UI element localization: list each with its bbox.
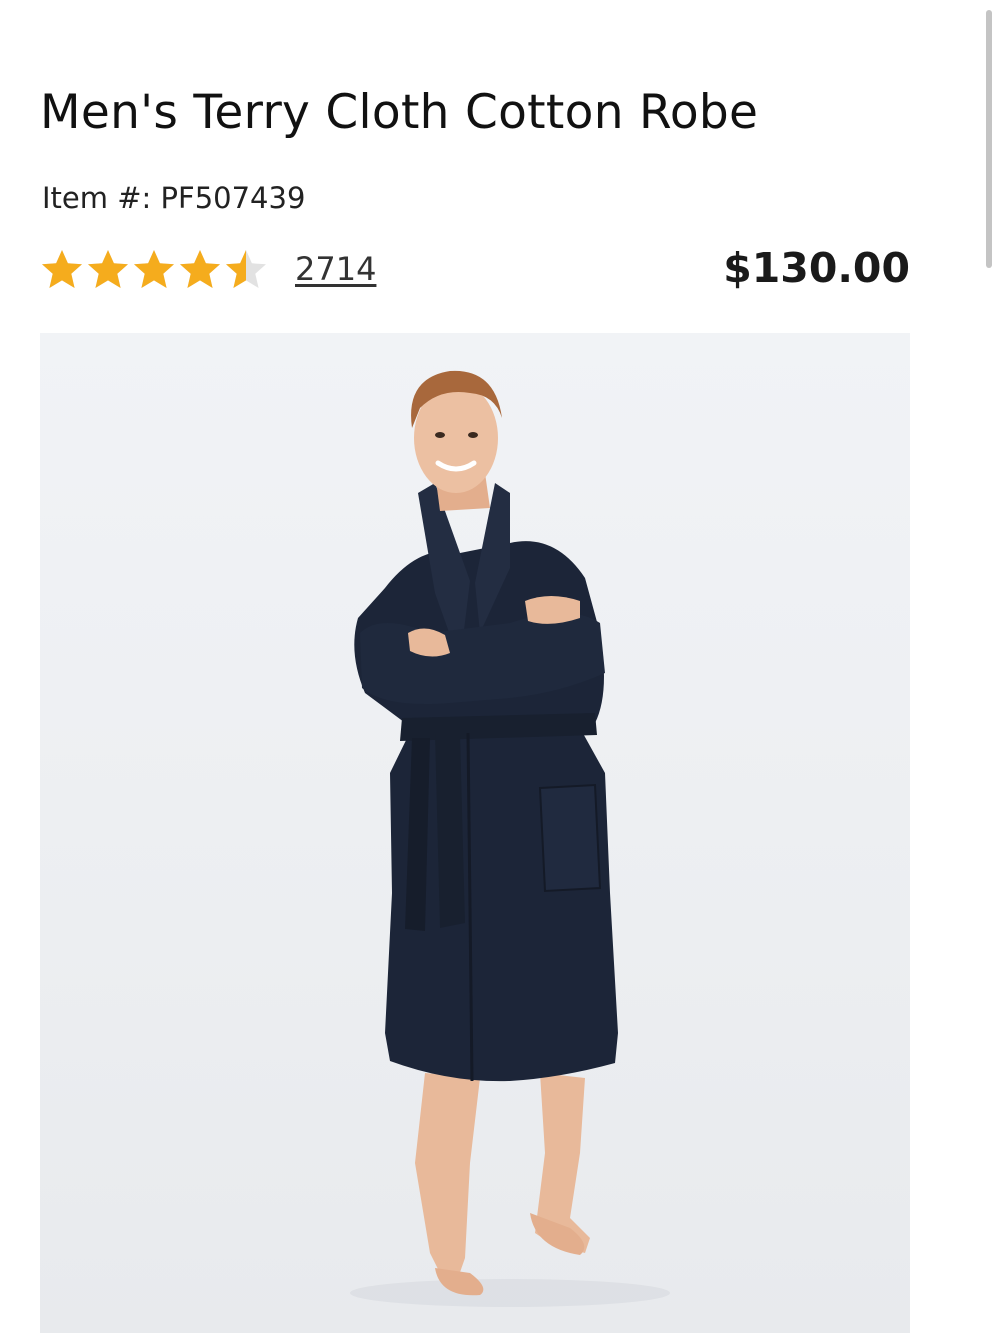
- star-icon: [40, 248, 84, 292]
- star-icon: [224, 248, 268, 292]
- robe-model-photo: [350, 370, 670, 1307]
- review-count-link[interactable]: 2714: [295, 250, 376, 288]
- star-icon: [86, 248, 130, 292]
- product-title: Men's Terry Cloth Cotton Robe: [40, 85, 759, 141]
- star-icon: [178, 248, 222, 292]
- star-rating[interactable]: [40, 248, 268, 292]
- product-image[interactable]: [40, 333, 910, 1333]
- page-scrollbar[interactable]: [986, 10, 992, 268]
- star-icon: [132, 248, 176, 292]
- product-price: $130.00: [723, 244, 910, 292]
- rating-price-row: 2714 $130.00: [40, 244, 910, 296]
- item-number: Item #: PF507439: [42, 181, 306, 215]
- product-page: Men's Terry Cloth Cotton Robe Item #: PF…: [0, 0, 1000, 1333]
